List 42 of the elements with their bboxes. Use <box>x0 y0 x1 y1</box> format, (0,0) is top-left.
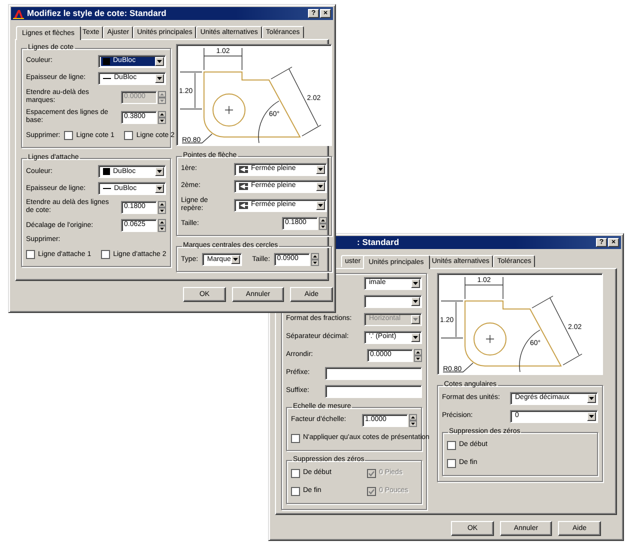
caret-icon <box>157 187 162 190</box>
checkbox[interactable] <box>64 131 74 140</box>
arrowhead-icon <box>239 202 248 209</box>
checkbox[interactable] <box>124 131 134 140</box>
caret-icon <box>233 258 238 262</box>
checkbox[interactable] <box>291 434 300 443</box>
caret-icon <box>589 415 594 418</box>
spin-buttons[interactable] <box>311 253 320 266</box>
arrowhead-icon <box>239 166 248 173</box>
dropdown[interactable] <box>364 295 422 308</box>
text-field[interactable] <box>325 385 422 398</box>
spin-buttons[interactable] <box>158 110 166 124</box>
text-field[interactable] <box>325 367 422 380</box>
checkbox[interactable] <box>291 487 300 496</box>
line-sample-icon <box>103 75 111 82</box>
color-swatch-icon <box>103 168 110 176</box>
caret-icon <box>413 300 418 303</box>
caret-icon <box>318 185 323 188</box>
caret-icon <box>318 204 323 207</box>
spin-buttons[interactable] <box>158 219 166 232</box>
caret-icon <box>413 282 418 285</box>
app-logo-icon <box>13 8 24 18</box>
window-title: : Standard <box>357 238 400 248</box>
caret-icon <box>157 77 162 80</box>
checkbox[interactable] <box>101 250 110 260</box>
caret-icon <box>318 168 323 171</box>
caret-icon <box>157 170 162 174</box>
checkbox[interactable] <box>447 441 456 450</box>
arrowhead-icon <box>239 183 248 190</box>
caret-icon <box>157 60 162 63</box>
caret-icon <box>589 397 594 400</box>
caret-icon <box>413 336 418 339</box>
spin-buttons[interactable] <box>409 414 417 427</box>
spin-buttons[interactable] <box>319 217 327 230</box>
checkbox[interactable] <box>26 250 35 260</box>
caret-icon <box>413 318 418 321</box>
spin-buttons[interactable] <box>158 200 166 214</box>
window-title: Modifiez le style de cote: Standard <box>27 8 166 18</box>
spin-buttons[interactable] <box>414 349 422 362</box>
checkbox[interactable] <box>291 469 300 478</box>
checkbox[interactable] <box>447 459 456 468</box>
color-swatch-icon <box>103 58 110 65</box>
